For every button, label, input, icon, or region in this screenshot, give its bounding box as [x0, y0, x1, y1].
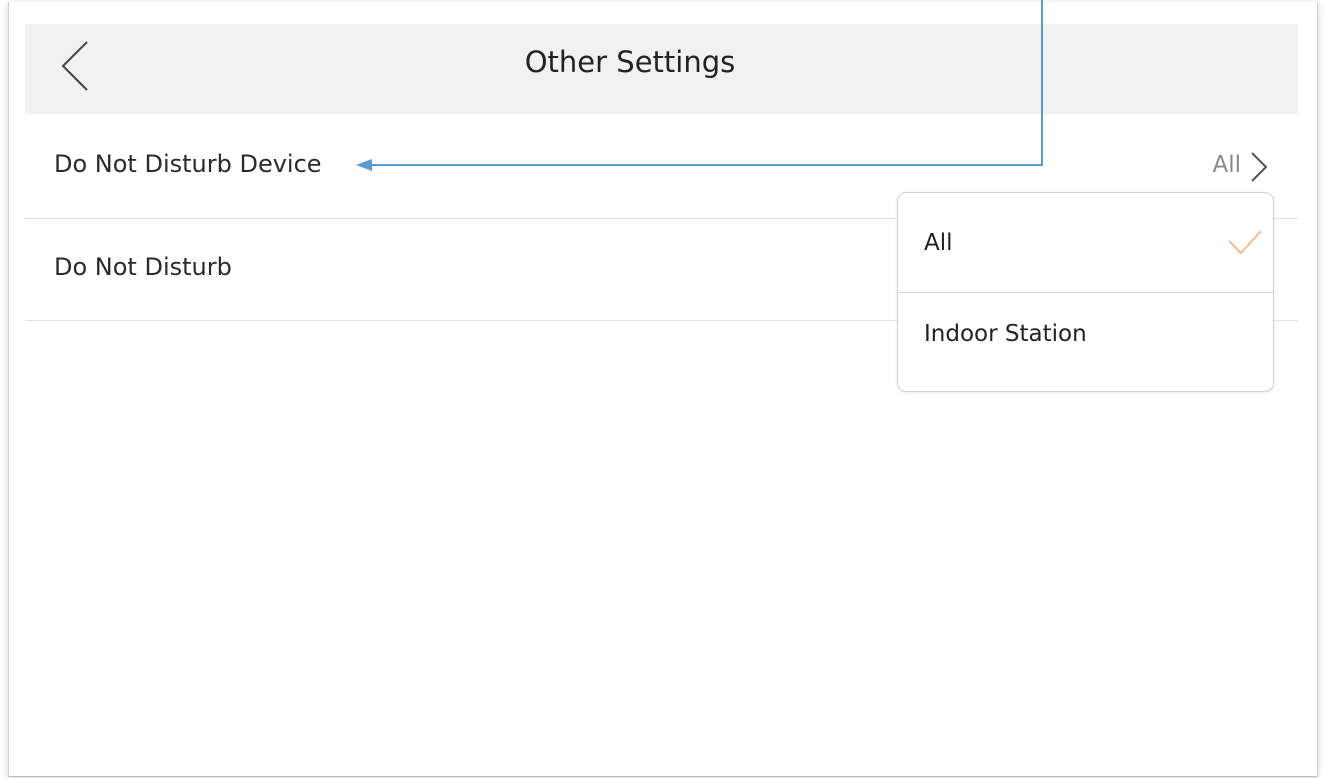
- device-select-dropdown: All Indoor Station: [897, 192, 1274, 392]
- page-title: Other Settings: [524, 45, 736, 79]
- option-label: Indoor Station: [924, 321, 1087, 347]
- chevron-right-icon: [1251, 152, 1268, 182]
- option-label: All: [924, 230, 953, 256]
- dropdown-option-all[interactable]: All: [898, 193, 1273, 292]
- setting-value: All: [1212, 152, 1241, 178]
- dropdown-option-indoor-station[interactable]: Indoor Station: [898, 293, 1273, 391]
- checkmark-icon: [1228, 230, 1262, 255]
- setting-label: Do Not Disturb Device: [54, 150, 322, 178]
- setting-label: Do Not Disturb: [54, 253, 232, 281]
